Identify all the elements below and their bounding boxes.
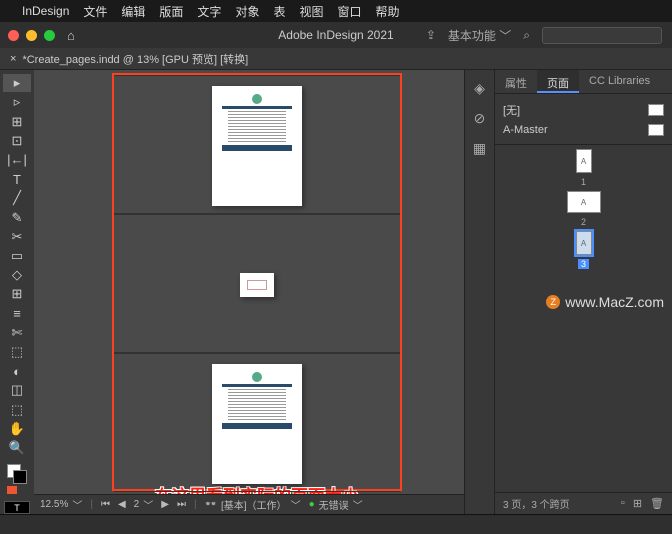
workspace-dropdown[interactable]: 基本功能 ﹀	[448, 27, 511, 44]
page-number: 1	[581, 177, 586, 187]
free-transform-tool[interactable]: ≡	[3, 304, 31, 322]
direct-selection-tool[interactable]: ▹	[3, 93, 31, 111]
menu-item[interactable]: 对象	[235, 3, 259, 20]
edit-page-size-icon[interactable]: ▫	[621, 497, 625, 510]
prev-page-icon[interactable]: ◀	[118, 499, 126, 510]
next-spread-icon[interactable]: ⏭	[177, 499, 186, 510]
next-page-icon[interactable]: ▶	[161, 499, 169, 510]
spread-1[interactable]	[114, 75, 400, 214]
menu-item[interactable]: 编辑	[121, 3, 145, 20]
menu-item[interactable]: 表	[273, 3, 285, 20]
minimize-button[interactable]	[26, 30, 37, 41]
menubar: InDesign 文件 编辑 版面 文字 对象 表 视图 窗口 帮助	[0, 0, 672, 22]
preflight-profile[interactable]: 👓 [基本]（工作） ﹀	[205, 497, 301, 512]
share-icon[interactable]: ⇪	[426, 28, 436, 42]
app-title: Adobe InDesign 2021	[278, 28, 393, 42]
titlebar: ⌂ Adobe InDesign 2021 ⇪ 基本功能 ﹀ ⌕	[0, 22, 672, 48]
scissors-tool[interactable]: ⊞	[3, 285, 31, 303]
hand-tool[interactable]: ✋	[3, 420, 31, 438]
page-1[interactable]	[212, 86, 302, 206]
dock-layers-icon[interactable]: ◈	[470, 78, 490, 98]
page-number: 2	[581, 217, 586, 227]
gradient-feather-tool[interactable]: ⬚	[3, 343, 31, 361]
pages-list: A 1 A 2 A 3	[503, 149, 664, 269]
type-tool[interactable]: T	[3, 170, 31, 188]
status-bar: 12.5% ﹀ | ⏮ ◀ 2 ﹀ ▶ ⏭ | 👓 [基本]（工作） ﹀ ● 无…	[34, 494, 464, 514]
spread-2[interactable]	[114, 214, 400, 353]
menu-item[interactable]: 版面	[159, 3, 183, 20]
panel-tabs: 属性 页面 CC Libraries	[495, 70, 672, 94]
bottom-strip	[0, 514, 672, 534]
content-collector-tool[interactable]: |←|	[3, 151, 31, 169]
canvas[interactable]: 在这里看到实际的页面大小 12.5% ﹀ | ⏮ ◀ 2 ﹀ ▶ ⏭ | 👓 […	[34, 70, 464, 514]
menu-item[interactable]: 文字	[197, 3, 221, 20]
tab-cc-libraries[interactable]: CC Libraries	[579, 70, 660, 93]
close-button[interactable]	[8, 30, 19, 41]
page-tool[interactable]: ⊞	[3, 112, 31, 130]
page-thumb-2[interactable]: A	[567, 191, 601, 213]
pen-tool[interactable]: ✎	[3, 208, 31, 226]
dock-swatches-icon[interactable]: ▦	[470, 138, 490, 158]
prev-spread-icon[interactable]: ⏮	[101, 499, 110, 510]
menu-item[interactable]: 窗口	[337, 3, 361, 20]
menu-item[interactable]: 视图	[299, 3, 323, 20]
panel-footer: 3 页，3 个跨页 ▫ ⊞ 🗑	[495, 492, 672, 514]
search-icon[interactable]: ⌕	[523, 28, 530, 43]
maximize-button[interactable]	[44, 30, 55, 41]
delete-page-icon[interactable]: 🗑	[650, 497, 664, 510]
page-thumb-3[interactable]: A	[576, 231, 592, 255]
home-icon[interactable]: ⌂	[67, 28, 75, 43]
preflight-status[interactable]: ● 无错误 ﹀	[309, 497, 363, 512]
menu-item[interactable]: 帮助	[376, 3, 400, 20]
page-3[interactable]	[212, 364, 302, 484]
right-dock: ◈ ⊘ ▦	[464, 70, 494, 514]
page-number: 3	[578, 259, 589, 269]
view-mode[interactable]: T	[4, 501, 30, 514]
dock-links-icon[interactable]: ⊘	[470, 108, 490, 128]
tab-properties[interactable]: 属性	[495, 70, 537, 93]
zoom-tool[interactable]: 🔍	[3, 439, 31, 457]
tab-pages[interactable]: 页面	[537, 70, 579, 93]
pencil-tool[interactable]: ✂	[3, 228, 31, 246]
document-tab[interactable]: × *Create_pages.indd @ 13% [GPU 预览] [转换]	[0, 48, 672, 70]
document-tab-label: *Create_pages.indd @ 13% [GPU 预览] [转换]	[22, 51, 248, 67]
master-none[interactable]: [无]	[503, 100, 664, 120]
eyedropper-tool[interactable]: ⬚	[3, 400, 31, 418]
gap-tool[interactable]: ⊡	[3, 132, 31, 150]
page-thumb-1[interactable]: A	[576, 149, 592, 173]
gradient-swatch-tool[interactable]: ✄	[3, 324, 31, 342]
menu-item[interactable]: 文件	[83, 3, 107, 20]
watermark: Z www.MacZ.com	[546, 294, 664, 310]
search-input[interactable]	[542, 27, 662, 44]
note-tool[interactable]: ◐	[3, 362, 31, 380]
window-controls	[8, 30, 55, 41]
spread-3[interactable]	[114, 353, 400, 492]
rectangle-tool[interactable]: ◇	[3, 266, 31, 284]
new-page-icon[interactable]: ⊞	[633, 497, 642, 510]
color-theme-tool[interactable]: ◫	[3, 381, 31, 399]
watermark-badge: Z	[546, 295, 560, 309]
fill-stroke-swatch[interactable]	[7, 464, 27, 494]
page-selector[interactable]: 2 ﹀	[134, 497, 154, 512]
rectangle-frame-tool[interactable]: ▭	[3, 247, 31, 265]
page-2[interactable]	[240, 273, 274, 297]
tools-panel: ▸ ▹ ⊞ ⊡ |←| T ╱ ✎ ✂ ▭ ◇ ⊞ ≡ ✄ ⬚ ◐ ◫ ⬚ ✋ …	[0, 70, 34, 514]
zoom-level[interactable]: 12.5% ﹀	[40, 497, 82, 512]
menu-item[interactable]: InDesign	[22, 4, 69, 18]
selection-tool[interactable]: ▸	[3, 74, 31, 92]
pages-panel: 属性 页面 CC Libraries [无] A-Master A 1 A 2 …	[494, 70, 672, 514]
master-a[interactable]: A-Master	[503, 120, 664, 140]
line-tool[interactable]: ╱	[3, 189, 31, 207]
close-icon[interactable]: ×	[10, 53, 16, 65]
page-count: 3 页，3 个跨页	[503, 496, 570, 511]
